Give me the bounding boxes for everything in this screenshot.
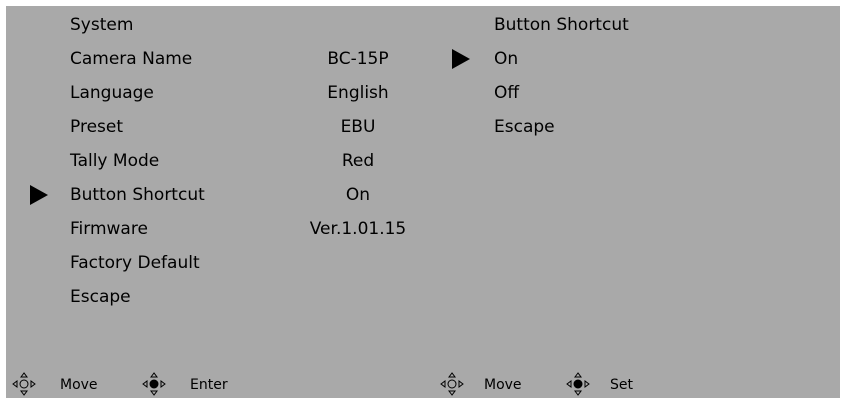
footer-hints-left: Move Enter xyxy=(6,368,432,398)
menu-label-language: Language xyxy=(70,83,154,103)
menu-row-language[interactable]: Language English xyxy=(6,76,432,110)
submenu-option-label: On xyxy=(494,49,519,69)
menu-label-camera-name: Camera Name xyxy=(70,49,193,69)
selection-cursor-icon xyxy=(452,49,470,69)
footer-hints-right: Move Set xyxy=(432,368,840,398)
hint-move-label: Move xyxy=(60,377,98,393)
menu-value-firmware: Ver.1.01.15 xyxy=(309,219,407,239)
submenu-option-on[interactable]: On xyxy=(432,42,840,76)
submenu-option-label: Off xyxy=(494,83,520,103)
submenu-option-escape[interactable]: Escape xyxy=(432,110,840,144)
menu-value-preset: EBU xyxy=(340,117,376,137)
hint-move-label: Move xyxy=(484,377,522,393)
menu-label-factory-default: Factory Default xyxy=(70,253,200,273)
submenu-title: Button Shortcut xyxy=(494,15,629,35)
menu-label-preset: Preset xyxy=(70,117,124,137)
submenu-option-off[interactable]: Off xyxy=(432,76,840,110)
menu-value-button-shortcut: On xyxy=(345,185,371,205)
osd-screen: System Camera Name BC-15P Language Engli… xyxy=(0,0,842,398)
selection-cursor-icon xyxy=(30,185,48,205)
dpad-center-icon xyxy=(566,372,590,396)
menu-row-button-shortcut[interactable]: Button Shortcut On xyxy=(6,178,432,212)
dpad-arrows-icon xyxy=(12,372,36,396)
menu-row-escape[interactable]: Escape xyxy=(6,280,432,314)
menu-value-camera-name: BC-15P xyxy=(327,49,389,69)
submenu-panel: Button Shortcut On Off Escape xyxy=(432,6,840,368)
dpad-center-icon xyxy=(142,372,166,396)
menu-row-factory-default[interactable]: Factory Default xyxy=(6,246,432,280)
menu-row-camera-name[interactable]: Camera Name BC-15P xyxy=(6,42,432,76)
menu-label-firmware: Firmware xyxy=(70,219,148,239)
menu-value-tally-mode: Red xyxy=(341,151,375,171)
menu-label-tally-mode: Tally Mode xyxy=(70,151,160,171)
hint-enter-label: Enter xyxy=(190,377,228,393)
menu-row-firmware[interactable]: Firmware Ver.1.01.15 xyxy=(6,212,432,246)
menu-label-escape: Escape xyxy=(70,287,131,307)
menu-row-tally-mode[interactable]: Tally Mode Red xyxy=(6,144,432,178)
menu-row-preset[interactable]: Preset EBU xyxy=(6,110,432,144)
system-menu-panel: System Camera Name BC-15P Language Engli… xyxy=(6,6,432,368)
hint-set-label: Set xyxy=(610,377,633,393)
submenu-option-label: Escape xyxy=(494,117,555,137)
menu-value-language: English xyxy=(327,83,389,103)
menu-label-system: System xyxy=(70,15,134,35)
submenu-title-row: Button Shortcut xyxy=(432,8,840,42)
menu-row-system: System xyxy=(6,8,432,42)
menu-label-button-shortcut: Button Shortcut xyxy=(70,185,205,205)
dpad-arrows-icon xyxy=(440,372,464,396)
